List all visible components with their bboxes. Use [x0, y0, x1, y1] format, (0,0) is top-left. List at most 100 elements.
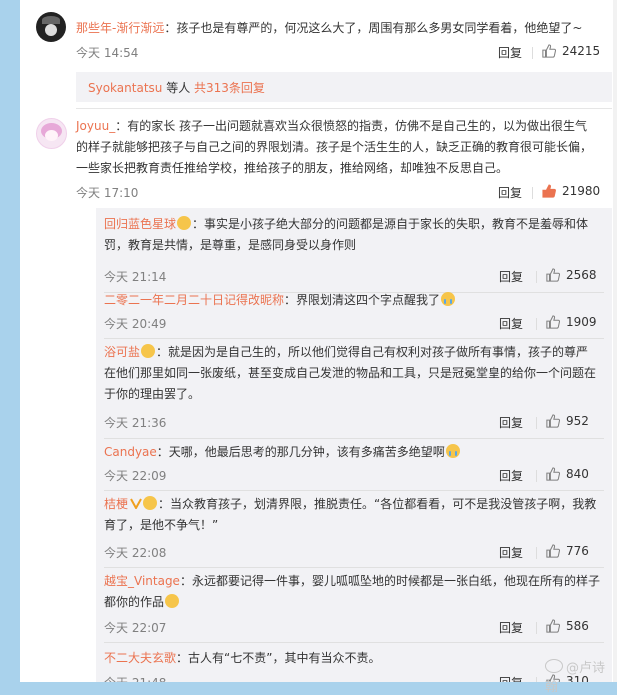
sub-reply-username[interactable]: 桔梗 [104, 497, 128, 511]
reply-button[interactable]: 回复 [499, 315, 523, 332]
divider [104, 338, 604, 339]
sub-reply-text: 二零二一年二月二十日记得改昵称：界限划清这四个字点醒我了 [104, 290, 604, 311]
like-count: 840 [566, 467, 589, 481]
sub-reply-time: 今天 21:36 [104, 416, 167, 430]
sub-reply-text: 不二大夫玄歌：古人有“七不责”，其中有当众不责。 [104, 648, 604, 669]
reply-button[interactable]: 回复 [499, 674, 523, 682]
sub-reply-time: 今天 21:14 [104, 270, 167, 284]
sub-reply-time: 今天 22:07 [104, 621, 167, 635]
sub-reply-body: ：永远都要记得一件事，婴儿呱呱坠地的时候都是一张白纸，他现在所有的样子 [179, 574, 600, 588]
like-count: 952 [566, 414, 589, 428]
badge-icon [143, 496, 158, 510]
divider [536, 677, 537, 682]
sub-reply-body: 育了，是他不争气！” [104, 518, 219, 532]
divider [104, 642, 604, 643]
badge-icon [141, 344, 156, 358]
reply-button[interactable]: 回复 [499, 268, 523, 285]
sub-reply-username[interactable]: 不二大夫玄歌 [104, 651, 176, 665]
like-icon[interactable] [546, 467, 560, 481]
sub-reply-text: 越宝_Vintage：永远都要记得一件事，婴儿呱呱坠地的时候都是一张白纸，他现在… [104, 571, 604, 613]
sub-reply-time: 今天 21:48 [104, 674, 166, 682]
divider [536, 417, 537, 429]
weibo-watermark: @卢诗翰 [545, 659, 606, 695]
avatar[interactable] [36, 118, 67, 149]
sub-reply-meta: 今天 22:08 回复 776 [104, 544, 604, 562]
sub-reply-username[interactable]: 越宝_Vintage [104, 574, 180, 588]
divider [536, 271, 537, 283]
scrollbar-track[interactable] [613, 0, 617, 682]
like-count: 586 [566, 619, 589, 633]
sub-replies: 回归蓝色星球 ：事实是小孩子绝大部分的问题都是源自于家长的失职，教育不是羞辱和体 … [96, 208, 612, 682]
sub-reply-username[interactable]: 回归蓝色星球 [104, 217, 176, 231]
sub-reply-body: ：事实是小孩子绝大部分的问题都是源自于家长的失职，教育不是羞辱和体 [192, 217, 589, 231]
comment-body-line: 一些家长把教育责任推给学校，推给孩子的朋友，推给网络，却唯独不反思自己。 [76, 161, 509, 175]
like-icon[interactable] [542, 44, 556, 58]
more-replies-count[interactable]: 共313条回复 [194, 81, 265, 95]
sub-reply-meta: 今天 20:49 回复 1909 [104, 315, 604, 333]
comment-time: 今天 14:54 [76, 46, 139, 60]
more-replies-box[interactable]: Syokantatsu 等人 共313条回复 [76, 72, 612, 102]
reply-button[interactable]: 回复 [499, 544, 523, 561]
divider [104, 438, 604, 439]
comment-time: 今天 17:10 [76, 186, 139, 200]
sub-reply-text: Candyae：天哪，他最后思考的那几分钟，该有多痛苦多绝望啊 [104, 442, 604, 463]
sub-reply-body: ：界限划清这四个字点醒我了 [284, 293, 441, 307]
like-icon[interactable] [546, 315, 560, 329]
sub-reply-meta: 今天 21:48 回复 310 [104, 674, 604, 682]
comment-body: ：孩子也是有尊严的，何况这么大了，周围有那么多男女同学看着，他绝望了~ [164, 21, 583, 35]
reply-button[interactable]: 回复 [499, 619, 523, 636]
divider [532, 187, 533, 199]
sub-reply-meta: 今天 21:36 回复 952 [104, 414, 604, 432]
sub-reply-meta: 今天 22:07 回复 586 [104, 619, 604, 637]
weibo-logo-icon [545, 659, 563, 673]
sub-reply-meta: 今天 21:14 回复 2568 [104, 268, 604, 286]
sub-reply-meta: 今天 22:09 回复 840 [104, 467, 604, 485]
like-icon[interactable] [546, 544, 560, 558]
divider [536, 470, 537, 482]
sub-reply-body: 于你的理由罢了。 [104, 387, 201, 401]
comments-panel: 那些年-渐行渐远：孩子也是有尊严的，何况这么大了，周围有那么多男女同学看着，他绝… [20, 0, 617, 682]
divider [104, 567, 604, 568]
sub-reply-body: ：当众教育孩子，划清界限，推脱责任。“各位都看看，可不是我没管孩子啊，我教 [158, 497, 597, 511]
sub-reply-body: 在他们那里如同一张废纸，甚至变成自己发泄的物品和工具，只是冠冕堂皇的给你一个问题… [104, 366, 597, 380]
like-icon-liked[interactable] [542, 184, 556, 198]
sub-reply-body: 罚，教育是共情，是尊重，是感同身受以身作则 [104, 238, 357, 252]
like-count: 24215 [562, 44, 601, 58]
vip-badge-icon [130, 498, 142, 509]
sub-reply-username[interactable]: 浴可盐 [104, 345, 140, 359]
sub-reply-text: 回归蓝色星球 ：事实是小孩子绝大部分的问题都是源自于家长的失职，教育不是羞辱和体 … [104, 214, 604, 256]
comment-meta: 今天 17:10 回复 21980 [76, 184, 600, 202]
sub-reply-username[interactable]: 二零二一年二月二十日记得改昵称 [104, 293, 284, 307]
divider [104, 490, 604, 491]
divider [536, 547, 537, 559]
reply-button[interactable]: 回复 [499, 414, 523, 431]
comment-body-line: 的样子就能够把孩子与自己之间的界限划清。孩子是个活生生的人，缺乏正确的教育很可能… [76, 140, 593, 154]
crying-emoji-icon [441, 292, 456, 306]
crying-emoji-icon [445, 444, 460, 458]
divider [76, 108, 612, 109]
reply-button[interactable]: 回复 [499, 467, 523, 484]
more-replies-user[interactable]: Syokantatsu [88, 81, 162, 95]
sub-reply-time: 今天 20:49 [104, 317, 167, 331]
sub-reply-text: 桔梗 ：当众教育孩子，划清界限，推脱责任。“各位都看看，可不是我没管孩子啊，我教 … [104, 494, 604, 536]
reply-button[interactable]: 回复 [498, 44, 522, 61]
like-icon[interactable] [546, 268, 560, 282]
sub-reply-text: 浴可盐 ：就是因为是自己生的，所以他们觉得自己有权利对孩子做所有事情，孩子的尊严 … [104, 342, 604, 405]
comment-username[interactable]: Joyuu_ [76, 119, 115, 133]
like-icon[interactable] [546, 619, 560, 633]
badge-icon [177, 216, 192, 230]
like-count: 776 [566, 544, 589, 558]
avatar[interactable] [36, 12, 66, 42]
like-count: 2568 [566, 268, 597, 282]
comment-username[interactable]: 那些年-渐行渐远 [76, 21, 164, 35]
sub-reply-username[interactable]: Candyae [104, 445, 157, 459]
reply-button[interactable]: 回复 [498, 184, 522, 201]
like-count: 21980 [562, 184, 601, 198]
comment-body-line: ：有的家长 孩子一出问题就喜欢当众很愤怒的指责，仿佛不是自己生的，以为做出很生气 [115, 119, 588, 133]
divider [532, 47, 533, 59]
comment-text: Joyuu_：有的家长 孩子一出问题就喜欢当众很愤怒的指责，仿佛不是自己生的，以… [76, 116, 596, 179]
sub-reply-body: ：就是因为是自己生的，所以他们觉得自己有权利对孩子做所有事情，孩子的尊严 [156, 345, 589, 359]
like-icon[interactable] [546, 414, 560, 428]
sub-reply-time: 今天 22:09 [104, 469, 167, 483]
like-count: 1909 [566, 315, 597, 329]
